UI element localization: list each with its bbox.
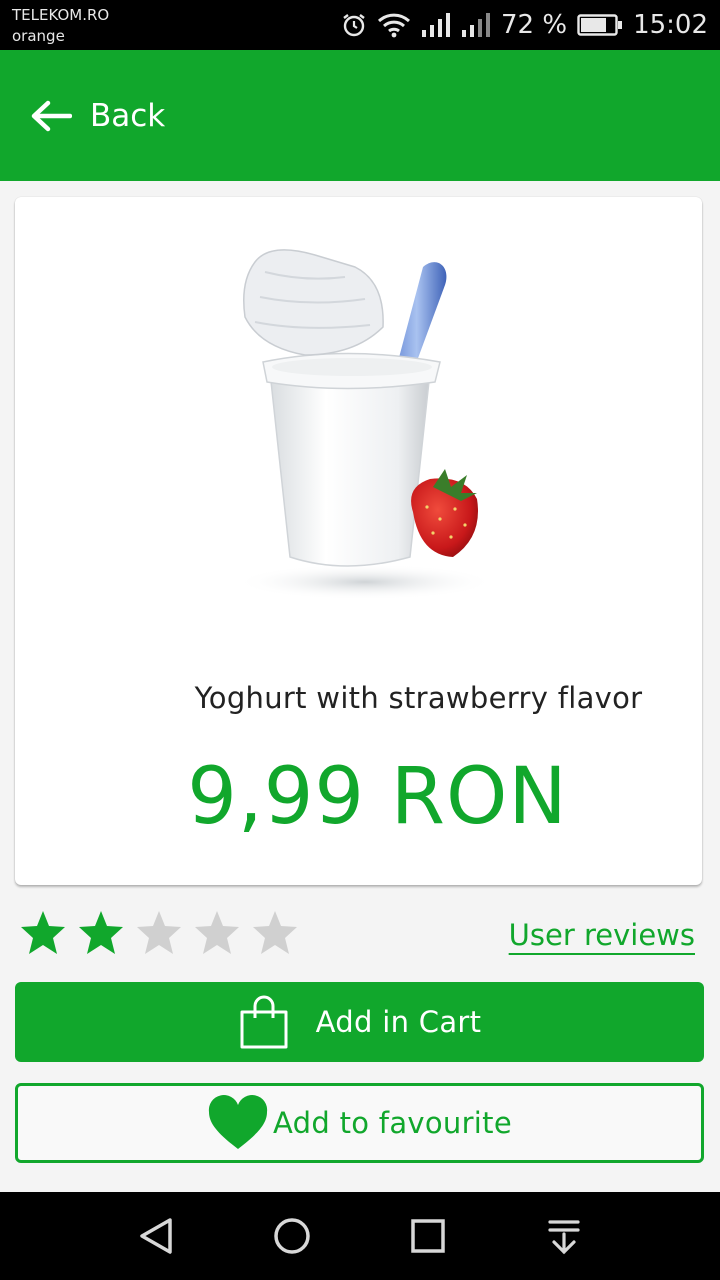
user-reviews-link[interactable]: User reviews <box>509 918 695 952</box>
add-to-favourite-label: Add to favourite <box>273 1106 512 1140</box>
status-bar: TELEKOM.RO orange 72 % 15:02 <box>0 0 720 50</box>
product-name: Yoghurt with strawberry flavor <box>194 681 643 715</box>
nav-notifications-icon[interactable] <box>542 1214 586 1258</box>
signal-icon <box>422 13 450 37</box>
product-card: Yoghurt with strawberry flavor 9,99 RON <box>15 197 702 885</box>
battery-icon <box>577 14 623 36</box>
signal-icon-2 <box>462 13 490 37</box>
arrow-left-icon <box>31 100 72 131</box>
carrier-info: TELEKOM.RO orange <box>12 5 109 47</box>
heart-icon <box>208 1095 268 1149</box>
battery-percent: 72 % <box>501 10 568 40</box>
star-empty-icon[interactable] <box>192 908 242 958</box>
carrier-sub: orange <box>12 27 65 45</box>
star-filled-icon[interactable] <box>76 908 126 958</box>
nav-back-icon[interactable] <box>134 1214 178 1258</box>
add-to-cart-button[interactable]: Add in Cart <box>15 982 704 1062</box>
star-empty-icon[interactable] <box>250 908 300 958</box>
navigation-bar <box>0 1192 720 1280</box>
add-to-favourite-button[interactable]: Add to favourite <box>15 1083 704 1163</box>
clock: 15:02 <box>633 10 708 40</box>
product-price: 9,99 RON <box>187 752 568 842</box>
back-label: Back <box>90 97 166 134</box>
nav-home-icon[interactable] <box>270 1214 314 1258</box>
add-to-cart-label: Add in Cart <box>315 1005 482 1039</box>
star-empty-icon[interactable] <box>134 908 184 958</box>
back-button[interactable]: Back <box>30 98 165 134</box>
wifi-icon <box>377 13 411 38</box>
alarm-icon <box>343 14 365 37</box>
shopping-bag-icon <box>240 995 288 1049</box>
star-rating[interactable] <box>18 908 300 958</box>
status-icons: 72 % 15:02 <box>341 0 708 50</box>
star-filled-icon[interactable] <box>18 908 68 958</box>
product-image <box>235 249 495 600</box>
app-bar: Back <box>0 50 720 181</box>
carrier-name: TELEKOM.RO <box>12 6 110 24</box>
nav-recents-icon[interactable] <box>406 1214 450 1258</box>
